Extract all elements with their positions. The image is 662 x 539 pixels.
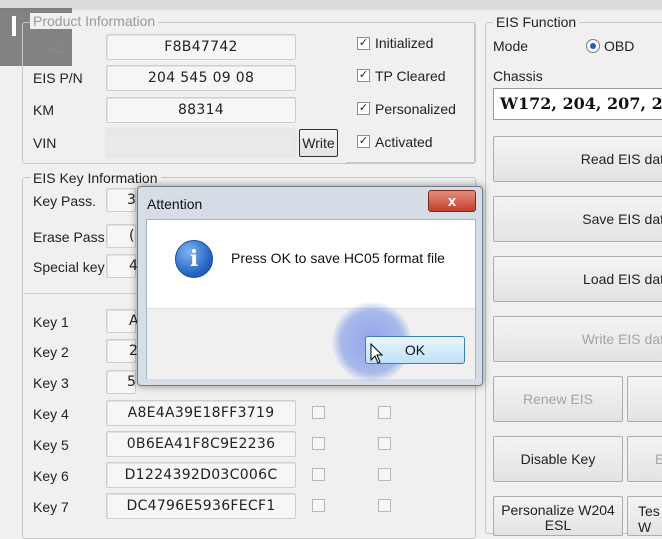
key-pass-label: Key Pass. (33, 193, 97, 209)
dialog-title: Attention (147, 196, 203, 212)
key-5-checkbox-a[interactable] (312, 437, 325, 450)
key-3-label: Key 3 (33, 375, 69, 391)
key-info-title: EIS Key Information (30, 170, 161, 186)
ssid-label: SSID (33, 40, 66, 56)
chassis-label: Chassis (493, 68, 543, 84)
key-pass-field[interactable]: 3 (106, 188, 136, 212)
key-6-checkbox-b[interactable] (378, 468, 391, 481)
erase-pass-label: Erase Pass. (33, 229, 109, 245)
obd-label: OBD (604, 38, 635, 54)
side-button-2[interactable]: E (627, 436, 662, 482)
key-3-field[interactable]: 5 (106, 370, 136, 394)
load-eis-button[interactable]: Load EIS dat (493, 256, 662, 302)
obd-radio[interactable] (586, 39, 600, 53)
personalized-label: Personalized (375, 101, 456, 117)
mouse-cursor-icon (370, 343, 384, 364)
window-top-strip (0, 0, 662, 10)
side-button-1[interactable] (627, 376, 662, 422)
write-vin-button[interactable]: Write (299, 129, 338, 157)
km-field[interactable]: 88314 (106, 97, 296, 123)
overlay-corner-mark (12, 16, 16, 36)
chassis-select[interactable]: W172, 204, 207, 212( (493, 88, 662, 120)
key-7-field[interactable]: DC4796E5936FECF1 (106, 493, 296, 519)
key-6-checkbox-a[interactable] (312, 468, 325, 481)
tp-cleared-checkbox[interactable]: ✓ (357, 69, 370, 82)
special-key-label: Special key (33, 259, 105, 275)
chassis-value: W172, 204, 207, 212( (500, 94, 662, 113)
test-button[interactable]: Tes W (627, 496, 662, 536)
special-key-field[interactable]: 4 (106, 254, 138, 278)
key-4-checkbox-a[interactable] (312, 406, 325, 419)
erase-pass-field[interactable]: ( (106, 224, 136, 248)
personalized-checkbox[interactable]: ✓ (357, 102, 370, 115)
key-1-label: Key 1 (33, 314, 69, 330)
product-info-title: Product Information (30, 13, 159, 29)
ssid-field[interactable]: F8B47742 (106, 34, 296, 60)
key-7-checkbox-a[interactable] (312, 499, 325, 512)
info-icon: i (175, 240, 213, 278)
key-6-field[interactable]: D1224392D03C006C (106, 462, 296, 488)
mode-label: Mode (493, 38, 529, 54)
dialog-message: Press OK to save HC05 format file (231, 250, 445, 266)
key-5-label: Key 5 (33, 437, 69, 453)
renew-eis-button[interactable]: Renew EIS (493, 376, 623, 422)
write-eis-button[interactable]: Write EIS dat (493, 316, 662, 362)
km-label: KM (33, 102, 54, 118)
save-eis-button[interactable]: Save EIS dat (493, 196, 662, 242)
key-2-label: Key 2 (33, 344, 69, 360)
key-5-field[interactable]: 0B6EA41F8C9E2236 (106, 431, 296, 457)
personalize-w204-esl-button[interactable]: Personalize W204 ESL (493, 496, 623, 536)
key-6-label: Key 6 (33, 468, 69, 484)
key-7-label: Key 7 (33, 499, 69, 515)
initialized-label: Initialized (375, 35, 434, 51)
tp-cleared-label: TP Cleared (375, 68, 446, 84)
key-4-checkbox-b[interactable] (378, 406, 391, 419)
vin-label: VIN (33, 135, 57, 151)
close-icon[interactable]: x (428, 190, 476, 212)
activated-checkbox[interactable]: ✓ (357, 135, 370, 148)
eis-function-title: EIS Function (493, 14, 580, 30)
key-4-field[interactable]: A8E4A39E18FF3719 (106, 400, 296, 426)
key-2-field[interactable]: 2 (106, 339, 138, 363)
activated-label: Activated (375, 134, 433, 150)
key-1-field[interactable]: A (106, 309, 139, 333)
eispn-field[interactable]: 204 545 09 08 (106, 65, 296, 91)
initialized-checkbox[interactable]: ✓ (357, 37, 370, 50)
disable-key-button[interactable]: Disable Key (493, 436, 623, 482)
vin-field[interactable] (106, 129, 296, 157)
key-5-checkbox-b[interactable] (378, 437, 391, 450)
read-eis-button[interactable]: Read EIS dat (493, 136, 662, 182)
eispn-label: EIS P/N (33, 70, 83, 86)
key-4-label: Key 4 (33, 406, 69, 422)
key-7-checkbox-b[interactable] (378, 499, 391, 512)
